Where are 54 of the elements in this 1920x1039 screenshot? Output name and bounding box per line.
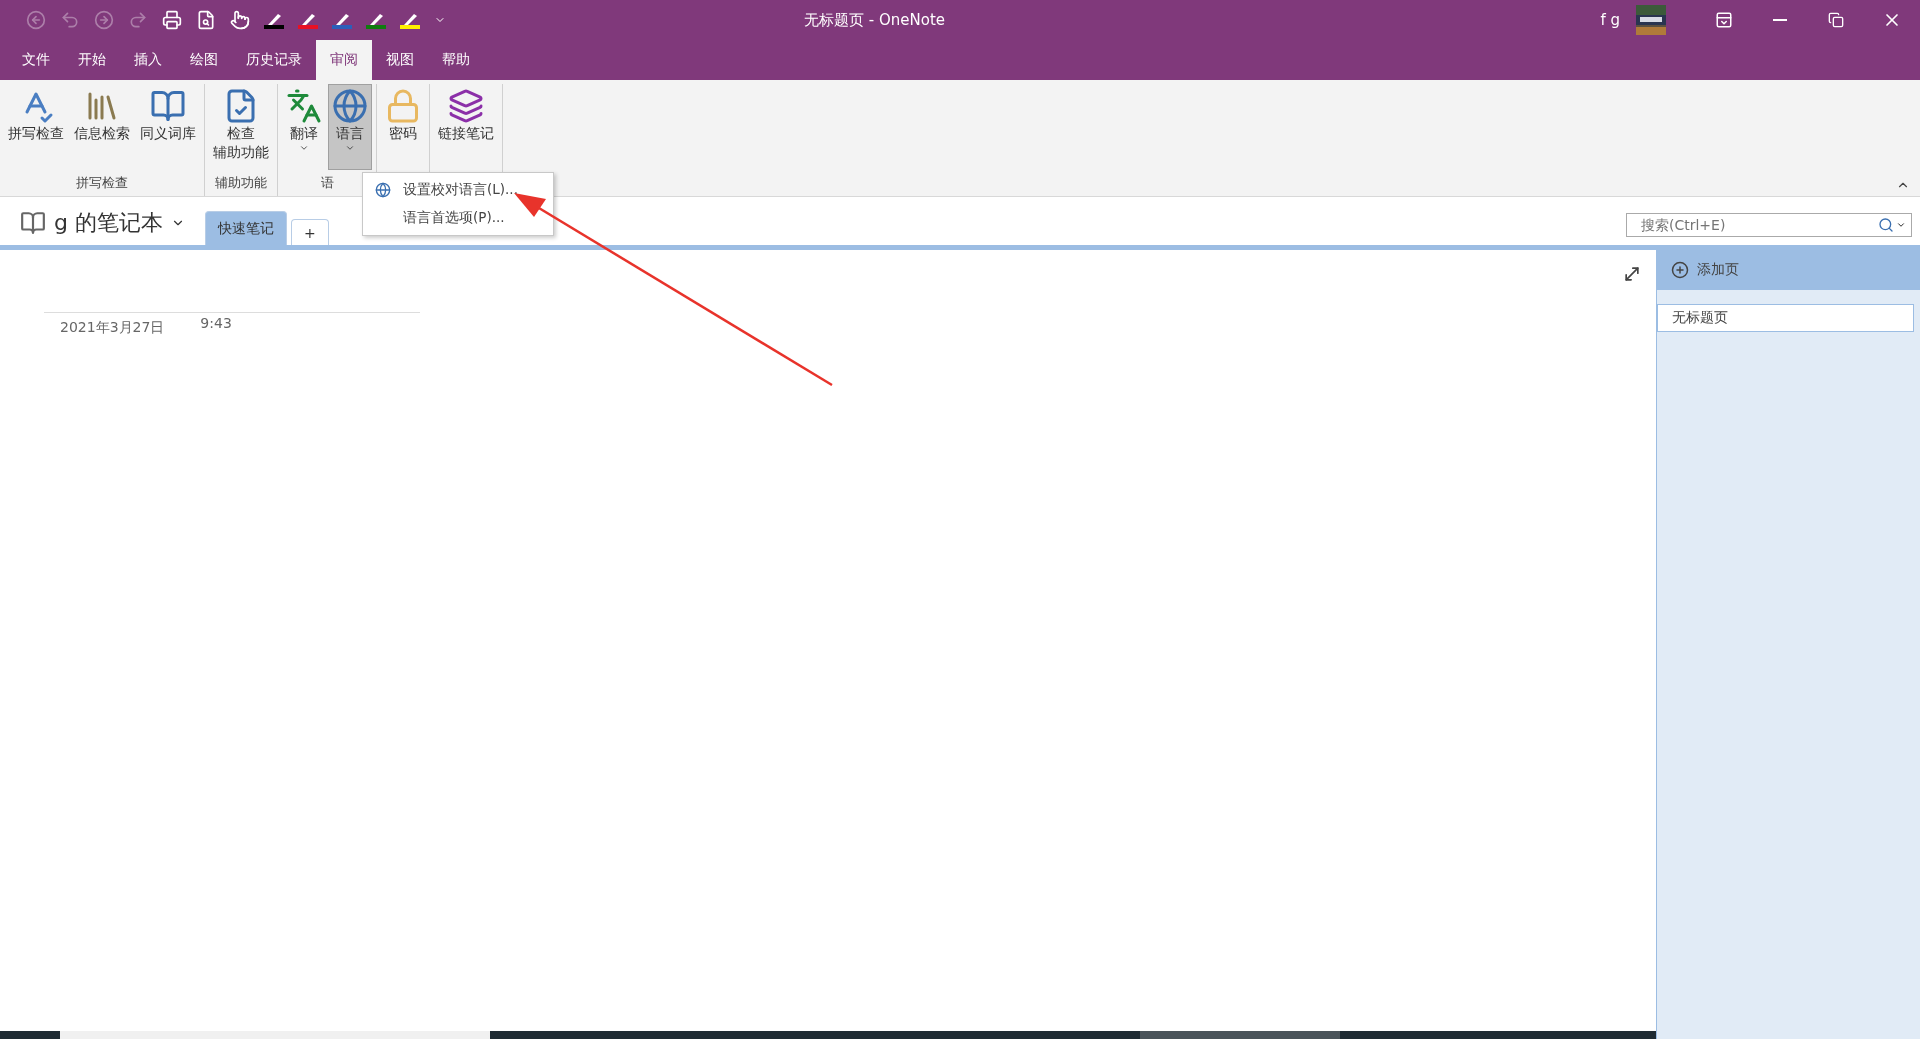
menu-tab[interactable]: 视图 (372, 40, 428, 80)
page-time: 9:43 (200, 315, 232, 333)
menu-tab[interactable]: 帮助 (428, 40, 484, 80)
menu-tab[interactable]: 绘图 (176, 40, 232, 80)
expand-icon[interactable] (1622, 264, 1642, 284)
ribbon-button[interactable]: 检查 辅助功能 (209, 84, 273, 170)
add-page-button[interactable]: 添加页 (1657, 250, 1920, 290)
ribbon-display-icon (1715, 11, 1733, 29)
section-tab[interactable]: 快速笔记 (204, 211, 287, 245)
group-label: 拼写检查 (75, 174, 129, 192)
stack-icon (448, 88, 484, 124)
globe-icon (332, 88, 368, 124)
redo-icon (128, 10, 148, 30)
menu-tab[interactable]: 文件 (8, 40, 64, 80)
notebook-selector[interactable]: g 的笔记本 (14, 207, 191, 239)
search-icon[interactable] (1878, 217, 1894, 233)
menu-tab[interactable]: 历史记录 (232, 40, 316, 80)
ribbon-button[interactable]: 密码 (381, 84, 425, 170)
print-button[interactable] (160, 8, 184, 32)
document-search-icon (196, 10, 216, 30)
add-section-tab[interactable]: + (290, 219, 329, 245)
lock-icon (385, 88, 421, 124)
menu-item[interactable]: 设置校对语言(L)... (363, 176, 553, 204)
printer-icon (162, 10, 182, 30)
menu-item[interactable]: 语言首选项(P)... (363, 204, 553, 232)
caret-icon[interactable] (1896, 220, 1906, 230)
globe-icon (375, 182, 391, 198)
menu-tab[interactable]: 开始 (64, 40, 120, 80)
window-title: 无标题页 - OneNote (804, 10, 946, 30)
ribbon-button[interactable]: 拼写检查 (4, 84, 68, 170)
page-item[interactable]: 无标题页 (1657, 304, 1914, 332)
group-label: 辅助功能 (214, 174, 268, 192)
translate-icon (286, 88, 322, 124)
minimize-icon (1773, 19, 1787, 21)
ribbon-button[interactable]: 链接笔记 (434, 84, 498, 170)
ribbon-button[interactable]: 同义词库 (136, 84, 200, 170)
touch-button[interactable] (228, 8, 252, 32)
restore-icon (1828, 12, 1844, 28)
ribbon-button[interactable]: 翻译 (282, 84, 326, 170)
book-icon (150, 88, 186, 124)
menu-tab[interactable]: 插入 (120, 40, 176, 80)
page-date: 2021年3月27日 (60, 319, 165, 337)
ribbon-button[interactable]: 语言 (328, 84, 372, 170)
hand-pointer-icon (230, 10, 250, 30)
forward-icon (94, 10, 114, 30)
group-label: 语 (319, 174, 335, 192)
search-field[interactable]: 搜索(Ctrl+E) (1626, 213, 1912, 237)
ribbon-button[interactable]: 信息检索 (70, 84, 134, 170)
notebook-icon (20, 210, 46, 236)
plus-icon (1671, 261, 1689, 279)
menu-tab[interactable]: 审阅 (316, 40, 372, 80)
user-name: f g (1600, 11, 1620, 29)
undo-icon (60, 10, 80, 30)
back-icon (26, 10, 46, 30)
